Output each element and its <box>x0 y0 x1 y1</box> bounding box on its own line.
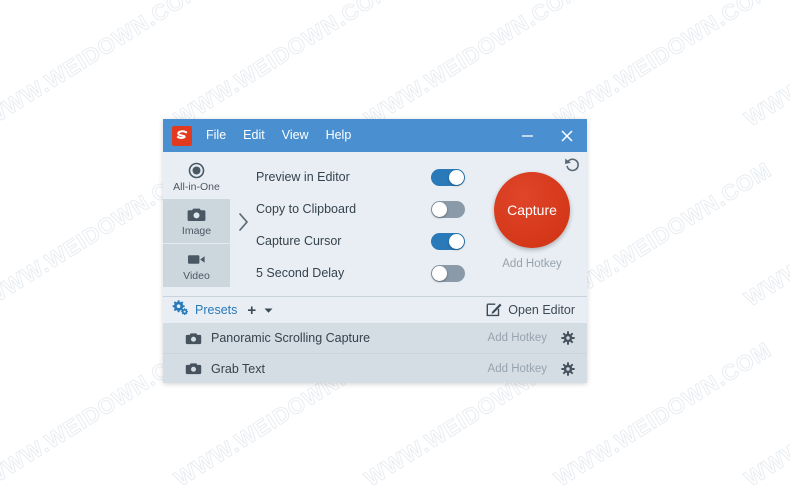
option-5-second-delay: 5 Second Delay <box>256 257 477 289</box>
main-body: All-in-One Image Video Preview in Editor… <box>163 152 587 296</box>
option-label: 5 Second Delay <box>256 266 345 280</box>
caret-down-icon[interactable] <box>264 301 273 319</box>
chevron-right-icon <box>237 211 250 238</box>
presets-list: Panoramic Scrolling Capture Add Hotkey G… <box>163 323 587 383</box>
sidebar-item-label: Video <box>183 269 210 282</box>
sidebar-item-label: All-in-One <box>173 181 220 193</box>
title-bar: File Edit View Help <box>163 119 587 152</box>
capture-mode-sidebar: All-in-One Image Video <box>163 152 230 296</box>
all-in-one-icon <box>188 161 205 180</box>
preset-hotkey[interactable]: Add Hotkey <box>488 332 547 344</box>
sidebar-item-video[interactable]: Video <box>163 243 230 287</box>
presets-label[interactable]: Presets <box>195 303 237 317</box>
preset-hotkey[interactable]: Add Hotkey <box>488 363 547 375</box>
camera-icon <box>187 205 206 224</box>
menu-item-file[interactable]: File <box>206 119 226 152</box>
menu-bar: File Edit View Help <box>206 119 351 152</box>
toggle-knob <box>449 233 464 249</box>
window-controls <box>507 119 587 152</box>
add-preset-button[interactable]: + <box>247 302 256 319</box>
panel-expander[interactable] <box>230 152 256 296</box>
watermark-text: WWW.WEIDOWN.COM <box>170 0 397 132</box>
video-camera-icon <box>187 250 206 269</box>
close-icon[interactable] <box>547 119 587 152</box>
watermark-text: WWW.WEIDOWN.COM <box>740 337 790 492</box>
watermark-text: WWW.WEIDOWN.COM <box>740 0 790 132</box>
sidebar-item-label: Image <box>181 225 212 237</box>
open-editor-label: Open Editor <box>508 303 575 317</box>
toggle-preview-in-editor[interactable] <box>431 168 465 186</box>
snagit-window: File Edit View Help All-in-One Image Vid… <box>163 119 587 383</box>
watermark-text: WWW.WEIDOWN.COM <box>550 0 777 132</box>
menu-item-view[interactable]: View <box>282 119 309 152</box>
toggle-capture-cursor[interactable] <box>431 232 465 250</box>
toggle-knob <box>449 169 464 185</box>
toggle-knob <box>432 265 447 281</box>
gear-icon[interactable] <box>561 361 575 376</box>
option-label: Preview in Editor <box>256 170 350 184</box>
preset-name: Grab Text <box>211 361 265 376</box>
undo-arrow-icon[interactable] <box>564 156 581 178</box>
presets-group: Presets + <box>172 299 273 321</box>
option-preview-in-editor: Preview in Editor <box>256 161 477 193</box>
camera-icon <box>185 332 211 345</box>
option-capture-cursor: Capture Cursor <box>256 225 477 257</box>
capture-button[interactable]: Capture <box>494 172 570 248</box>
menu-item-help[interactable]: Help <box>326 119 352 152</box>
toggle-copy-to-clipboard[interactable] <box>431 200 465 218</box>
minimize-icon[interactable] <box>507 119 547 152</box>
open-editor-button[interactable]: Open Editor <box>486 301 575 320</box>
screenshot-canvas: WWW.WEIDOWN.COM WWW.WEIDOWN.COM WWW.WEID… <box>0 0 790 500</box>
capture-options-list: Preview in Editor Copy to Clipboard Capt… <box>256 152 477 296</box>
watermark-text: WWW.WEIDOWN.COM <box>360 0 587 132</box>
sidebar-item-all-in-one[interactable]: All-in-One <box>163 155 230 199</box>
add-hotkey-link[interactable]: Add Hotkey <box>502 258 561 270</box>
capture-panel: Capture Add Hotkey <box>477 152 587 296</box>
preset-name: Panoramic Scrolling Capture <box>211 331 371 345</box>
option-label: Capture Cursor <box>256 234 342 248</box>
option-copy-to-clipboard: Copy to Clipboard <box>256 193 477 225</box>
option-label: Copy to Clipboard <box>256 202 357 216</box>
snagit-logo-icon <box>172 125 192 146</box>
gear-icon[interactable] <box>561 331 575 345</box>
preset-row-grab-text[interactable]: Grab Text Add Hotkey <box>163 353 587 383</box>
toggle-knob <box>432 201 447 217</box>
menu-item-edit[interactable]: Edit <box>243 119 265 152</box>
watermark-text: WWW.WEIDOWN.COM <box>740 157 790 312</box>
preset-row-panoramic-scrolling-capture[interactable]: Panoramic Scrolling Capture Add Hotkey <box>163 323 587 353</box>
camera-icon <box>185 362 211 375</box>
sidebar-item-image[interactable]: Image <box>163 199 230 243</box>
capture-button-label: Capture <box>507 202 557 218</box>
presets-bar: Presets + Open Editor <box>163 296 587 323</box>
toggle-5-second-delay[interactable] <box>431 264 465 282</box>
edit-pencil-icon <box>486 301 502 320</box>
watermark-text: WWW.WEIDOWN.COM <box>0 0 206 132</box>
gears-icon <box>172 299 189 321</box>
